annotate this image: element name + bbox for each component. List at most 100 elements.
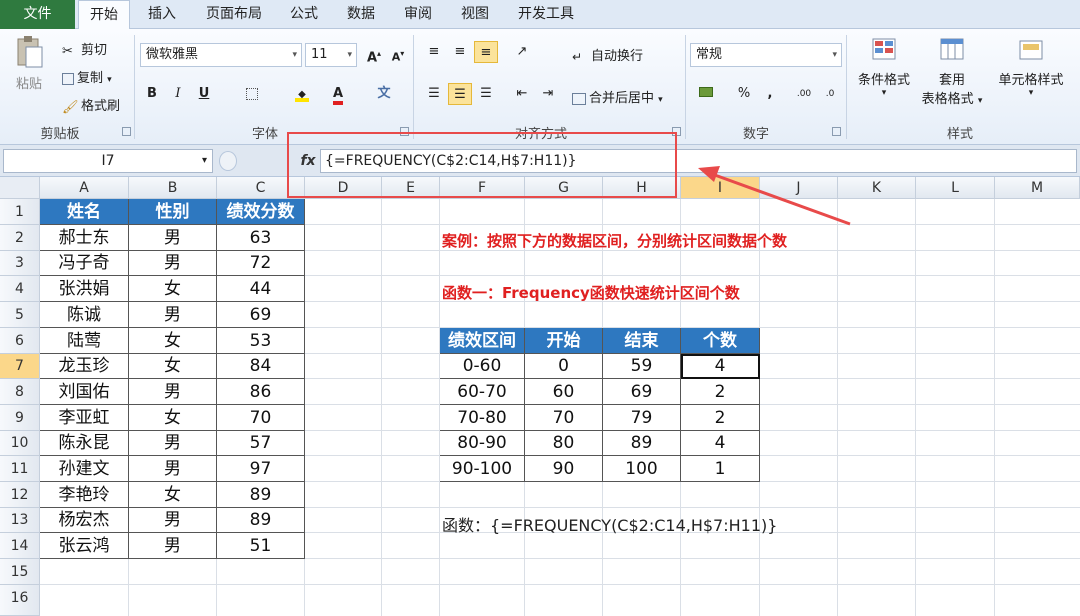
table-cell[interactable]: 72 [217,251,305,276]
row-header[interactable]: 11 [0,456,40,482]
table-cell[interactable]: 89 [217,482,305,508]
table-cell[interactable]: 97 [217,456,305,482]
row-header[interactable]: 15 [0,559,40,585]
column-header-m[interactable]: M [995,177,1080,199]
increase-indent-icon[interactable]: ⇥ [536,83,560,105]
worksheet-grid[interactable]: A B C D E F G H I J K L M 1 2 3 4 5 6 7 … [0,177,1080,616]
table-header-score[interactable]: 绩效分数 [217,199,305,225]
freq-cell[interactable]: 0-60 [440,354,525,379]
font-color-icon[interactable]: A [326,83,350,105]
table-cell[interactable]: 女 [129,328,217,354]
table-cell[interactable]: 冯子奇 [40,251,129,276]
tab-file[interactable]: 文件 [0,0,75,29]
column-header-a[interactable]: A [40,177,129,199]
cut-button[interactable]: ✂ 剪切 [62,39,107,59]
row-header[interactable]: 1 [0,199,40,225]
table-cell[interactable]: 男 [129,251,217,276]
comma-button[interactable]: , [758,83,782,105]
table-header-gender[interactable]: 性别 [129,199,217,225]
row-header[interactable]: 7 [0,354,40,379]
table-cell[interactable]: 51 [217,533,305,559]
column-header-l[interactable]: L [916,177,995,199]
table-cell[interactable]: 89 [217,508,305,533]
table-cell[interactable]: 龙玉珍 [40,354,129,379]
table-cell[interactable]: 男 [129,225,217,251]
freq-cell[interactable]: 80 [525,431,603,456]
number-launcher-icon[interactable] [832,127,841,136]
freq-cell[interactable]: 89 [603,431,681,456]
table-cell[interactable]: 70 [217,405,305,431]
freq-cell[interactable]: 2 [681,405,760,431]
tab-data[interactable]: 数据 [335,0,387,29]
column-header-b[interactable]: B [129,177,217,199]
align-middle-icon[interactable]: ≡ [448,41,472,63]
table-cell[interactable]: 53 [217,328,305,354]
tab-developer[interactable]: 开发工具 [507,0,585,29]
expand-icon[interactable] [219,151,237,171]
name-box[interactable]: I7 ▾ [3,149,213,173]
tab-home[interactable]: 开始 [78,0,130,30]
align-center-icon[interactable]: ☰ [448,83,472,105]
freq-cell[interactable]: 1 [681,456,760,482]
table-cell[interactable]: 刘国佑 [40,379,129,405]
wrap-text-button[interactable]: ↵ 自动换行 [572,45,643,64]
copy-button[interactable]: 复制 ▾ [62,67,112,86]
table-cell[interactable]: 张洪娟 [40,276,129,302]
freq-cell[interactable]: 60-70 [440,379,525,405]
table-cell[interactable]: 男 [129,302,217,328]
table-cell[interactable]: 女 [129,354,217,379]
row-header[interactable]: 6 [0,328,40,354]
currency-icon[interactable] [694,83,718,105]
freq-header-end[interactable]: 结束 [603,328,681,354]
row-header[interactable]: 12 [0,482,40,508]
paste-button[interactable]: 粘贴 [8,35,50,92]
freq-cell[interactable]: 0 [525,354,603,379]
bold-button[interactable]: B [140,83,164,105]
select-all-corner[interactable] [0,177,40,199]
font-name-select[interactable]: 微软雅黑 ▾ [140,43,302,67]
decrease-decimal-icon[interactable]: .0 [818,83,842,105]
row-header[interactable]: 14 [0,533,40,559]
tab-view[interactable]: 视图 [450,0,500,29]
table-cell[interactable]: 63 [217,225,305,251]
phonetic-icon[interactable]: 文 [372,83,396,105]
row-header[interactable]: 8 [0,379,40,405]
row-header[interactable]: 2 [0,225,40,251]
table-cell[interactable]: 男 [129,379,217,405]
freq-header-range[interactable]: 绩效区间 [440,328,525,354]
row-header[interactable]: 10 [0,431,40,456]
freq-cell[interactable]: 80-90 [440,431,525,456]
table-cell[interactable]: 69 [217,302,305,328]
decrease-indent-icon[interactable]: ⇤ [510,83,534,105]
table-cell[interactable]: 陆莺 [40,328,129,354]
table-cell[interactable]: 杨宏杰 [40,508,129,533]
table-cell[interactable]: 女 [129,405,217,431]
italic-button[interactable]: I [166,83,190,105]
font-size-select[interactable]: 11 ▾ [305,43,357,67]
cell-styles-button[interactable]: 单元格样式 ▾ [990,35,1072,98]
table-cell[interactable]: 女 [129,276,217,302]
table-cell[interactable]: 44 [217,276,305,302]
tab-review[interactable]: 审阅 [393,0,443,29]
freq-header-count[interactable]: 个数 [681,328,760,354]
freq-header-start[interactable]: 开始 [525,328,603,354]
freq-cell[interactable]: 79 [603,405,681,431]
percent-button[interactable]: % [732,83,756,105]
grow-font-icon[interactable]: A▴ [362,43,386,65]
freq-cell[interactable]: 70 [525,405,603,431]
table-cell[interactable]: 84 [217,354,305,379]
freq-cell-active[interactable]: 4 [681,354,760,379]
tab-formulas[interactable]: 公式 [280,0,328,29]
table-cell[interactable]: 男 [129,456,217,482]
table-cell[interactable]: 张云鸿 [40,533,129,559]
freq-cell[interactable]: 100 [603,456,681,482]
align-top-icon[interactable]: ≡ [422,41,446,63]
increase-decimal-icon[interactable]: .00 [792,83,816,105]
freq-cell[interactable]: 2 [681,379,760,405]
freq-cell[interactable]: 90-100 [440,456,525,482]
freq-cell[interactable]: 59 [603,354,681,379]
table-cell[interactable]: 男 [129,508,217,533]
table-cell[interactable]: 郝士东 [40,225,129,251]
format-painter-button[interactable]: 🖌 格式刷 [62,95,120,115]
row-header[interactable]: 3 [0,251,40,276]
